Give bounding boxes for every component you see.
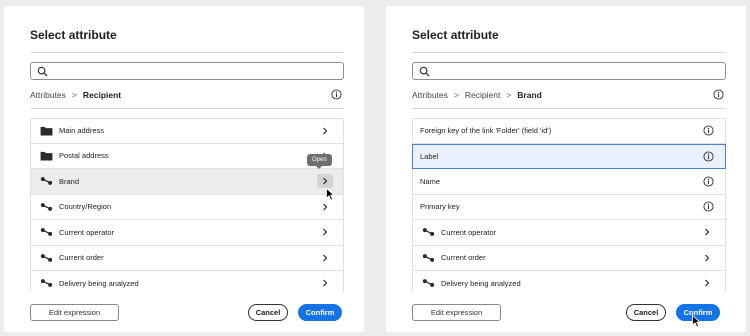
chevron-right-icon — [322, 254, 328, 262]
link-icon — [39, 278, 53, 289]
open-button[interactable] — [317, 225, 333, 239]
cancel-button[interactable]: Cancel — [248, 304, 288, 321]
search-input[interactable] — [412, 62, 726, 80]
list-item-brand[interactable]: Brand — [30, 169, 344, 195]
open-button[interactable] — [317, 200, 333, 214]
list-item-label[interactable]: Label — [412, 143, 726, 169]
link-icon — [39, 252, 53, 263]
divider — [412, 52, 726, 53]
list-item-label: Current operator — [59, 227, 115, 237]
info-icon[interactable] — [713, 89, 724, 100]
breadcrumb: Attributes > Recipient > Brand — [412, 90, 542, 100]
chevron-right-icon — [322, 177, 328, 185]
list-item-delivery-being-analyzed[interactable]: Delivery being analyzed — [30, 271, 344, 292]
list-item-main-address[interactable]: Main address — [30, 118, 344, 144]
list-item-primary-key[interactable]: Primary key — [412, 194, 726, 220]
list-item-label: Foreign key of the link 'Folder' (field … — [420, 126, 552, 136]
dialog-title: Select attribute — [30, 28, 117, 42]
link-icon — [421, 278, 435, 289]
link-icon — [421, 227, 435, 238]
list-item-label: Postal address — [59, 151, 109, 161]
list-item-label: Country/Region — [59, 202, 112, 212]
search-icon — [419, 66, 430, 77]
open-tooltip: Open — [307, 154, 332, 169]
confirm-button[interactable]: Confirm — [298, 304, 342, 321]
chevron-right-icon — [704, 228, 710, 236]
chevron-right-icon — [322, 279, 328, 287]
info-icon[interactable] — [703, 176, 714, 187]
list-item-delivery-being-analyzed[interactable]: Delivery being analyzed — [412, 271, 726, 292]
link-icon — [39, 176, 53, 187]
chevron-right-icon — [704, 279, 710, 287]
select-attribute-dialog-left: Select attribute Attributes > Recipient … — [4, 6, 364, 332]
breadcrumb-separator: > — [506, 90, 512, 100]
list-item-label: Primary key — [420, 202, 460, 212]
list-item-label: Main address — [59, 126, 105, 136]
open-button[interactable] — [699, 251, 715, 265]
mouse-cursor-icon — [326, 188, 335, 201]
folder-icon — [39, 150, 53, 161]
open-button[interactable] — [317, 276, 333, 290]
open-button[interactable] — [699, 225, 715, 239]
attribute-list: Foreign key of the link 'Folder' (field … — [412, 118, 726, 292]
chevron-right-icon — [322, 203, 328, 211]
open-button[interactable] — [317, 174, 333, 189]
link-icon — [39, 201, 53, 212]
select-attribute-dialog-right: Select attribute Attributes > Recipient … — [386, 6, 746, 332]
list-item-current-order[interactable]: Current order — [412, 245, 726, 271]
list-item-label: Label — [420, 151, 439, 161]
list-item-foreign-key-of-the-link-folder-field-id[interactable]: Foreign key of the link 'Folder' (field … — [412, 118, 726, 144]
breadcrumb-separator: > — [71, 90, 77, 100]
list-item-current-order[interactable]: Current order — [30, 245, 344, 271]
mouse-cursor-icon — [692, 315, 701, 328]
link-icon — [39, 227, 53, 238]
search-input[interactable] — [30, 62, 344, 80]
chevron-right-icon — [322, 228, 328, 236]
info-icon[interactable] — [703, 201, 714, 212]
list-item-label: Current order — [441, 253, 486, 263]
list-item-current-operator[interactable]: Current operator — [30, 220, 344, 246]
dialog-title: Select attribute — [412, 28, 499, 42]
link-icon — [421, 252, 435, 263]
breadcrumb-attributes[interactable]: Attributes — [412, 90, 448, 100]
cancel-button[interactable]: Cancel — [626, 304, 666, 321]
divider — [412, 108, 726, 109]
list-item-label: Delivery being analyzed — [59, 278, 139, 288]
chevron-right-icon — [322, 127, 328, 135]
breadcrumb-current: Brand — [517, 90, 542, 100]
list-item-label: Current operator — [441, 227, 497, 237]
open-button[interactable] — [699, 276, 715, 290]
open-button[interactable] — [317, 124, 333, 138]
breadcrumb-attributes[interactable]: Attributes — [30, 90, 66, 100]
info-icon[interactable] — [331, 89, 342, 100]
folder-icon — [39, 125, 53, 136]
list-item-label: Name — [420, 176, 441, 186]
stage: Select attribute Attributes > Recipient … — [0, 0, 750, 336]
chevron-right-icon — [704, 254, 710, 262]
breadcrumb-current: Recipient — [82, 90, 122, 100]
divider — [30, 108, 344, 109]
breadcrumb-separator: > — [453, 90, 459, 100]
info-icon[interactable] — [703, 151, 714, 162]
divider — [30, 52, 344, 53]
edit-expression-button[interactable]: Edit expression — [412, 304, 501, 321]
list-item-country-region[interactable]: Country/Region — [30, 194, 344, 220]
list-item-label: Delivery being analyzed — [441, 278, 521, 288]
list-item-postal-address[interactable]: Postal address — [30, 143, 344, 169]
edit-expression-button[interactable]: Edit expression — [30, 304, 119, 321]
list-item-label: Brand — [59, 176, 80, 186]
open-button[interactable] — [317, 251, 333, 265]
list-item-current-operator[interactable]: Current operator — [412, 220, 726, 246]
info-icon[interactable] — [703, 125, 714, 136]
search-icon — [37, 66, 48, 77]
breadcrumb-recipient[interactable]: Recipient — [465, 90, 500, 100]
list-item-label: Current order — [59, 253, 104, 263]
attribute-list: Main address Postal address Brand Country/R… — [30, 118, 344, 292]
breadcrumb: Attributes > Recipient — [30, 90, 121, 100]
list-item-name[interactable]: Name — [412, 169, 726, 195]
